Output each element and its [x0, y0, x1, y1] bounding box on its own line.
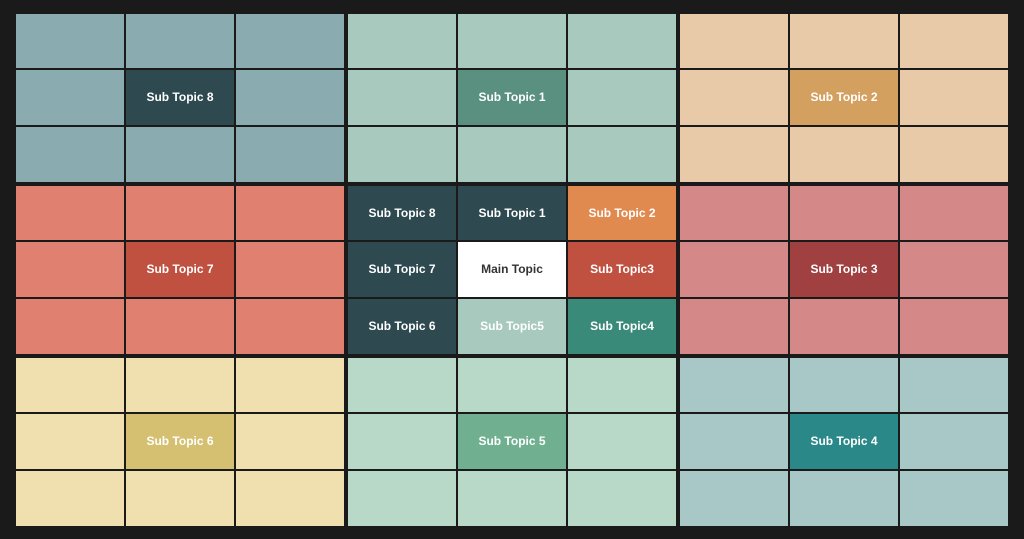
tile[interactable]: [16, 471, 124, 526]
tile[interactable]: [236, 471, 344, 526]
tile[interactable]: [568, 471, 676, 526]
tile[interactable]: [16, 70, 124, 125]
tile[interactable]: [680, 358, 788, 413]
tile[interactable]: [790, 299, 898, 354]
cell-top-right: Sub Topic 2: [680, 14, 1008, 182]
tile[interactable]: [348, 127, 456, 182]
cell-bot-left: Sub Topic 6: [16, 358, 344, 526]
tile[interactable]: [680, 414, 788, 469]
tile[interactable]: [236, 14, 344, 69]
mc-subtopic2[interactable]: Sub Topic 2: [568, 186, 676, 241]
tile[interactable]: [790, 127, 898, 182]
tile[interactable]: [568, 14, 676, 69]
tile[interactable]: [348, 414, 456, 469]
tile[interactable]: [458, 14, 566, 69]
tile[interactable]: [568, 70, 676, 125]
tile[interactable]: [458, 471, 566, 526]
cell-mid-center: Sub Topic 8 Sub Topic 1 Sub Topic 2 Sub …: [348, 186, 676, 354]
tile[interactable]: [16, 127, 124, 182]
tile[interactable]: [900, 242, 1008, 297]
tile[interactable]: [680, 242, 788, 297]
tile[interactable]: [900, 414, 1008, 469]
tile[interactable]: [236, 242, 344, 297]
tile[interactable]: [900, 70, 1008, 125]
tile[interactable]: [680, 471, 788, 526]
tile[interactable]: [900, 14, 1008, 69]
tile[interactable]: [126, 471, 234, 526]
cell-bot-center: Sub Topic 5: [348, 358, 676, 526]
tile[interactable]: [236, 127, 344, 182]
tile[interactable]: [900, 471, 1008, 526]
tile[interactable]: [568, 414, 676, 469]
subtopic8-label[interactable]: Sub Topic 8: [126, 70, 234, 125]
tile[interactable]: [568, 127, 676, 182]
tile[interactable]: [236, 70, 344, 125]
tile[interactable]: [126, 358, 234, 413]
cell-top-left: Sub Topic 8: [16, 14, 344, 182]
subtopic6-label[interactable]: Sub Topic 6: [126, 414, 234, 469]
tile[interactable]: [16, 14, 124, 69]
tile[interactable]: [568, 358, 676, 413]
tile[interactable]: [790, 471, 898, 526]
tile[interactable]: [348, 358, 456, 413]
cell-bot-right: Sub Topic 4: [680, 358, 1008, 526]
tile[interactable]: [680, 186, 788, 241]
tile[interactable]: [458, 127, 566, 182]
tile[interactable]: [126, 299, 234, 354]
tile[interactable]: [16, 358, 124, 413]
tile[interactable]: [680, 127, 788, 182]
tile[interactable]: [236, 414, 344, 469]
mind-map: Sub Topic 8 Sub Topic 1 Sub Topic 2 Su: [12, 10, 1012, 530]
mc-maintopic[interactable]: Main Topic: [458, 242, 566, 297]
tile[interactable]: [790, 186, 898, 241]
tile[interactable]: [126, 14, 234, 69]
tile[interactable]: [900, 127, 1008, 182]
tile[interactable]: [348, 471, 456, 526]
mc-subtopic7[interactable]: Sub Topic 7: [348, 242, 456, 297]
subtopic7-label[interactable]: Sub Topic 7: [126, 242, 234, 297]
tile[interactable]: [900, 186, 1008, 241]
subtopic4-label[interactable]: Sub Topic 4: [790, 414, 898, 469]
tile[interactable]: [16, 414, 124, 469]
cell-mid-left: Sub Topic 7: [16, 186, 344, 354]
tile[interactable]: [680, 299, 788, 354]
tile[interactable]: [236, 299, 344, 354]
tile[interactable]: [680, 14, 788, 69]
tile[interactable]: [348, 70, 456, 125]
mc-subtopic8[interactable]: Sub Topic 8: [348, 186, 456, 241]
tile[interactable]: [16, 186, 124, 241]
tile[interactable]: [126, 127, 234, 182]
mc-subtopic4[interactable]: Sub Topic4: [568, 299, 676, 354]
tile[interactable]: [680, 70, 788, 125]
tile[interactable]: [900, 358, 1008, 413]
subtopic1-label[interactable]: Sub Topic 1: [458, 70, 566, 125]
tile[interactable]: [900, 299, 1008, 354]
mc-subtopic1[interactable]: Sub Topic 1: [458, 186, 566, 241]
tile[interactable]: [236, 358, 344, 413]
tile[interactable]: [16, 242, 124, 297]
mc-subtopic5[interactable]: Sub Topic5: [458, 299, 566, 354]
mc-subtopic6[interactable]: Sub Topic 6: [348, 299, 456, 354]
tile[interactable]: [348, 14, 456, 69]
tile[interactable]: [126, 186, 234, 241]
subtopic3-label[interactable]: Sub Topic 3: [790, 242, 898, 297]
subtopic5-label[interactable]: Sub Topic 5: [458, 414, 566, 469]
tile[interactable]: [236, 186, 344, 241]
cell-top-center: Sub Topic 1: [348, 14, 676, 182]
tile[interactable]: [16, 299, 124, 354]
cell-mid-right: Sub Topic 3: [680, 186, 1008, 354]
tile[interactable]: [790, 14, 898, 69]
subtopic2-label[interactable]: Sub Topic 2: [790, 70, 898, 125]
tile[interactable]: [458, 358, 566, 413]
tile[interactable]: [790, 358, 898, 413]
mc-subtopic3[interactable]: Sub Topic3: [568, 242, 676, 297]
